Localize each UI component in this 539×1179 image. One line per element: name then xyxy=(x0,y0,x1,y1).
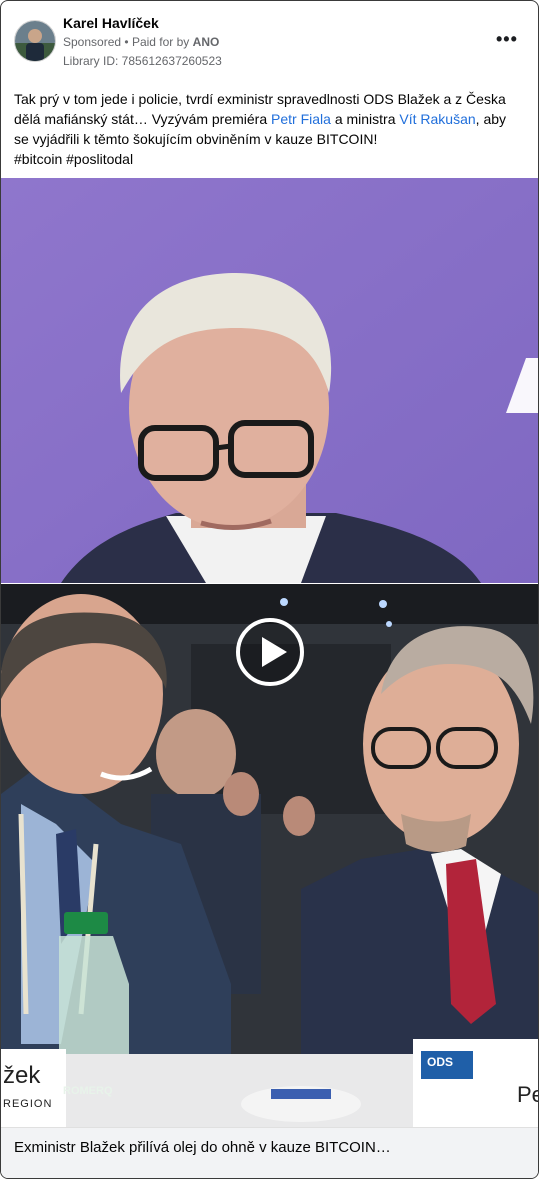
top-image xyxy=(1,178,538,583)
video-media[interactable]: žek REGION ROMERQ ODS Pe xyxy=(1,178,538,1127)
dot-separator: • xyxy=(124,35,132,49)
ad-card: Karel Havlíček Sponsored • Paid for by A… xyxy=(0,0,539,1179)
mention-petr-fiala[interactable]: Petr Fiala xyxy=(271,111,331,127)
post-text: Tak prý v tom jede i policie, tvrdí exmi… xyxy=(14,89,519,169)
caption-text: Exministr Blažek přilívá olej do ohně v … xyxy=(14,1139,391,1156)
library-id: Library ID: 785612637260523 xyxy=(63,54,222,68)
paid-by-link[interactable]: ANO xyxy=(193,35,220,49)
post-header: Karel Havlíček Sponsored • Paid for by A… xyxy=(1,1,538,79)
bottle-label: ROMERQ xyxy=(63,1085,113,1097)
table-sign-left-text: žek xyxy=(3,1062,41,1089)
sponsored-line: Sponsored • Paid for by ANO xyxy=(63,35,219,49)
ods-logo: ODS xyxy=(427,1055,454,1069)
hashtags[interactable]: #bitcoin #poslitodal xyxy=(14,151,133,167)
table-sign-right: Pe xyxy=(517,1082,538,1107)
avatar[interactable] xyxy=(14,20,56,62)
more-options-icon[interactable]: ••• xyxy=(496,29,518,50)
mention-vit-rakusan[interactable]: Vít Rakušan xyxy=(399,111,475,127)
link-caption[interactable]: Exministr Blažek přilívá olej do ohně v … xyxy=(1,1127,538,1178)
play-icon[interactable] xyxy=(235,617,305,687)
author-name[interactable]: Karel Havlíček xyxy=(63,15,159,31)
post-text-part-2: a ministra xyxy=(330,111,400,127)
sponsored-label: Sponsored xyxy=(63,35,122,49)
paid-prefix: Paid for by xyxy=(131,35,190,49)
table-sign-left-sub: REGION xyxy=(3,1098,53,1110)
table-sign-left: žek xyxy=(3,1062,40,1090)
